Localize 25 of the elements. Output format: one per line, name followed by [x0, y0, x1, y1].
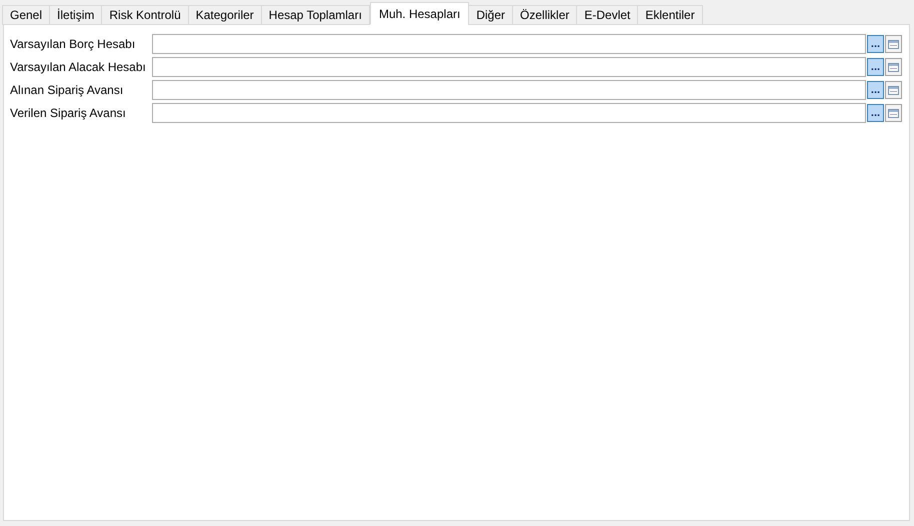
tab[interactable]: Genel: [2, 5, 50, 25]
list-button[interactable]: [885, 81, 902, 99]
field-label: Varsayılan Alacak Hesabı: [10, 59, 147, 76]
browse-button[interactable]: ...: [867, 58, 884, 76]
tab[interactable]: Hesap Toplamları: [260, 5, 370, 25]
window-icon: [888, 86, 899, 94]
window-icon: [888, 108, 899, 118]
input-field[interactable]: [152, 80, 866, 100]
field-label: Varsayılan Borç Hesabı: [10, 36, 136, 53]
list-button[interactable]: [885, 104, 902, 122]
list-button[interactable]: [885, 35, 902, 53]
browse-button[interactable]: ...: [867, 35, 884, 53]
field-label: Verilen Sipariş Avansı: [10, 105, 127, 122]
window-icon: [888, 40, 899, 48]
list-button[interactable]: [885, 58, 902, 76]
browse-button[interactable]: ...: [867, 81, 884, 99]
window-icon: [888, 62, 899, 72]
field-label: Alınan Sipariş Avansı: [10, 82, 124, 99]
input-field[interactable]: [152, 103, 866, 123]
tab[interactable]: Diğer: [468, 5, 514, 25]
tab[interactable]: Eklentiler: [637, 5, 703, 25]
tab[interactable]: Muh. Hesapları: [370, 2, 470, 25]
input-field[interactable]: [152, 34, 866, 54]
input-field[interactable]: [152, 57, 866, 77]
browse-button[interactable]: ...: [867, 104, 884, 122]
